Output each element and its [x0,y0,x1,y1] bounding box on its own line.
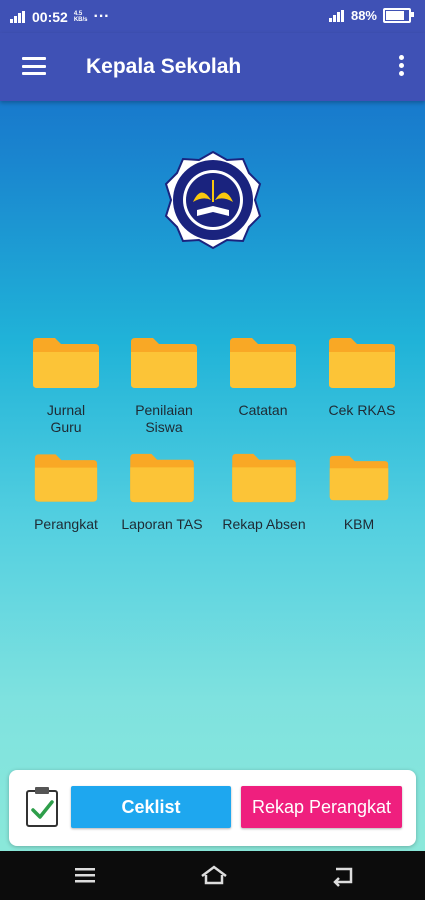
folder-icon [329,455,389,501]
menu-label: Laporan TAS [121,516,203,532]
screen: 00:52 4.5 KB/s ··· 88% Kepala Sekolah Ju… [0,0,425,900]
menu-label: Perangkat [34,516,98,532]
home-icon[interactable] [199,863,229,887]
folder-icon [34,454,98,502]
menu-cek-rkas[interactable]: Cek RKAS [312,336,412,419]
app-bar: Kepala Sekolah [0,33,425,101]
folder-icon [232,453,296,503]
signal-icon [10,11,26,23]
status-time: 00:52 [32,9,68,25]
system-nav-bar [0,851,425,900]
status-bar: 00:52 4.5 KB/s ··· 88% [0,0,425,33]
folder-icon [130,453,194,503]
folder-icon [329,338,395,388]
menu-laporan-tas[interactable]: Laporan TAS [112,452,212,533]
menu-label: Catatan [238,402,288,418]
menu-rekap-absen[interactable]: Rekap Absen [214,452,314,533]
page-title: Kepala Sekolah [86,55,242,78]
more-options-icon[interactable] [399,55,405,79]
clipboard-check-icon[interactable] [25,786,59,828]
back-icon[interactable] [330,863,356,887]
network-speed: 4.5 KB/s [73,11,88,23]
menu-label: Penilaian Siswa [135,402,193,435]
menu-label: Cek RKAS [328,402,396,418]
school-logo [164,150,262,250]
folder-icon [33,338,99,388]
rekap-perangkat-button[interactable]: Rekap Perangkat [241,786,402,828]
signal-icon-2 [328,9,345,22]
menu-penilaian-siswa[interactable]: Penilaian Siswa [114,336,214,436]
menu-icon[interactable] [22,57,46,75]
menu-perangkat[interactable]: Perangkat [16,452,116,533]
bottom-action-bar: Ceklist Rekap Perangkat [9,770,416,846]
menu-label: Jurnal Guru [46,402,86,435]
menu-label: KBM [343,516,375,532]
ceklist-button[interactable]: Ceklist [71,786,231,828]
menu-catatan[interactable]: Catatan [213,336,313,419]
battery-icon [383,8,414,23]
menu-jurnal-guru[interactable]: Jurnal Guru [16,336,116,436]
menu-label: Rekap Absen [222,516,306,532]
folder-icon [131,338,197,388]
folder-icon [230,338,296,388]
menu-kbm[interactable]: KBM [309,452,409,533]
battery-percent: 88% [350,8,377,23]
recent-apps-icon[interactable] [72,863,98,887]
notification-dots: ··· [93,8,110,25]
